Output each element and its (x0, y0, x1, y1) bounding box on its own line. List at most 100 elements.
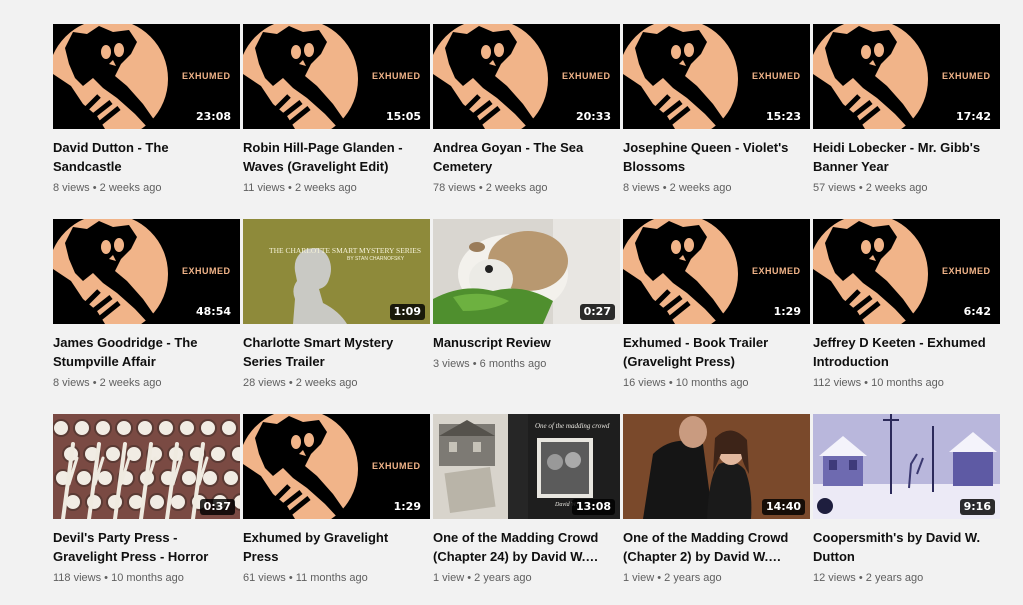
video-card[interactable]: EXHUMED 23:08 David Dutton - The Sandcas… (53, 24, 240, 215)
cover-text-exhumed: EXHUMED (562, 71, 611, 81)
video-card[interactable]: EXHUMED 15:05 Robin Hill-Page Glanden - … (243, 24, 430, 215)
duration-badge: 20:33 (571, 109, 615, 125)
video-card[interactable]: 14:40 One of the Madding Crowd (Chapter … (623, 414, 810, 605)
video-thumbnail[interactable]: EXHUMED 15:05 (243, 24, 430, 129)
video-thumbnail[interactable]: 9:16 (813, 414, 1000, 519)
video-thumbnail[interactable]: EXHUMED 48:54 (53, 219, 240, 324)
cover-text-exhumed: EXHUMED (752, 71, 801, 81)
video-title[interactable]: One of the Madding Crowd (Chapter 24) by… (433, 528, 620, 566)
video-thumbnail[interactable]: EXHUMED 23:08 (53, 24, 240, 129)
video-thumbnail[interactable]: 14:40 (623, 414, 810, 519)
meta-separator: • (668, 377, 673, 389)
duration-badge: 0:27 (579, 304, 615, 320)
cover-text-exhumed: EXHUMED (372, 461, 421, 471)
video-title[interactable]: Heidi Lobecker - Mr. Gibb's Banner Year (813, 138, 1000, 176)
duration-badge: 13:08 (571, 499, 615, 515)
duration-badge: 23:08 (191, 109, 235, 125)
duration-badge: 48:54 (191, 304, 235, 320)
video-meta: 118 views • 10 months ago (53, 571, 240, 585)
video-card[interactable]: THE CHARLOTTE SMART MYSTERY SERIES BY ST… (243, 219, 430, 410)
cover-text-exhumed: EXHUMED (182, 71, 231, 81)
video-title[interactable]: Exhumed - Book Trailer (Gravelight Press… (623, 333, 810, 371)
duration-badge: 1:29 (389, 499, 425, 515)
view-count: 8 views (53, 182, 90, 194)
video-card[interactable]: EXHUMED 1:29 Exhumed - Book Trailer (Gra… (623, 219, 810, 410)
video-meta: 3 views • 6 months ago (433, 357, 620, 371)
upload-age: 2 weeks ago (99, 377, 162, 389)
view-count: 57 views (813, 182, 856, 194)
video-thumbnail[interactable]: EXHUMED 15:23 (623, 24, 810, 129)
video-thumbnail[interactable]: EXHUMED 1:29 (623, 219, 810, 324)
meta-separator: • (288, 182, 292, 194)
video-meta: 8 views • 2 weeks ago (53, 376, 240, 390)
video-card[interactable]: 0:27 Manuscript Review 3 views • 6 month… (433, 219, 620, 410)
video-title[interactable]: James Goodridge - The Stumpville Affair (53, 333, 240, 371)
video-title[interactable]: Jeffrey D Keeten - Exhumed Introduction (813, 333, 1000, 371)
meta-separator: • (467, 572, 472, 584)
meta-separator: • (858, 182, 863, 194)
video-title[interactable]: Manuscript Review (433, 333, 620, 352)
meta-separator: • (288, 377, 293, 389)
video-card[interactable]: EXHUMED 6:42 Jeffrey D Keeten - Exhumed … (813, 219, 1000, 410)
video-thumbnail[interactable]: EXHUMED 6:42 (813, 219, 1000, 324)
upload-age: 6 months ago (479, 358, 547, 370)
cover-text-series: THE CHARLOTTE SMART MYSTERY SERIES (269, 246, 422, 255)
video-meta: 61 views • 11 months ago (243, 571, 430, 585)
video-meta: 112 views • 10 months ago (813, 376, 1000, 390)
video-thumbnail[interactable]: EXHUMED 17:42 (813, 24, 1000, 129)
view-count: 8 views (53, 377, 90, 389)
video-card[interactable]: One of the madding crowd David W. 13:08 … (433, 414, 620, 605)
video-title[interactable]: Charlotte Smart Mystery Series Trailer (243, 333, 430, 371)
cover-text-exhumed: EXHUMED (752, 266, 801, 276)
video-title[interactable]: One of the Madding Crowd (Chapter 2) by … (623, 528, 810, 566)
meta-separator: • (864, 377, 869, 389)
video-title[interactable]: Josephine Queen - Violet's Blossoms (623, 138, 810, 176)
cover-text-exhumed: EXHUMED (182, 266, 231, 276)
video-thumbnail[interactable]: THE CHARLOTTE SMART MYSTERY SERIES BY ST… (243, 219, 430, 324)
video-title[interactable]: David Dutton - The Sandcastle (53, 138, 240, 176)
video-meta: 28 views • 2 weeks ago (243, 376, 430, 390)
video-meta: 78 views • 2 weeks ago (433, 181, 620, 195)
upload-age: 10 months ago (675, 377, 749, 389)
upload-age: 10 months ago (871, 377, 944, 389)
duration-badge: 15:23 (761, 109, 805, 125)
video-card[interactable]: 0:37 Devil's Party Press - Gravelight Pr… (53, 414, 240, 605)
video-card[interactable]: EXHUMED 1:29 Exhumed by Gravelight Press… (243, 414, 430, 605)
meta-separator: • (662, 182, 667, 194)
video-card[interactable]: EXHUMED 17:42 Heidi Lobecker - Mr. Gibb'… (813, 24, 1000, 215)
video-card[interactable]: EXHUMED 48:54 James Goodridge - The Stum… (53, 219, 240, 410)
upload-age: 2 weeks ago (294, 182, 357, 194)
view-count: 118 views (53, 572, 102, 584)
video-title[interactable]: Coopersmith's by David W. Dutton (813, 528, 1000, 566)
video-thumbnail[interactable]: 0:37 (53, 414, 240, 519)
duration-badge: 17:42 (951, 109, 995, 125)
video-thumbnail[interactable]: EXHUMED 20:33 (433, 24, 620, 129)
view-count: 112 views (813, 377, 862, 389)
cover-text-exhumed: EXHUMED (372, 71, 421, 81)
video-card[interactable]: 9:16 Coopersmith's by David W. Dutton 12… (813, 414, 1000, 605)
duration-badge: 15:05 (381, 109, 425, 125)
video-thumbnail[interactable]: EXHUMED 1:29 (243, 414, 430, 519)
video-thumbnail[interactable]: 0:27 (433, 219, 620, 324)
video-title[interactable]: Robin Hill-Page Glanden - Waves (Graveli… (243, 138, 430, 176)
video-meta: 12 views • 2 years ago (813, 571, 1000, 585)
video-card[interactable]: EXHUMED 15:23 Josephine Queen - Violet's… (623, 24, 810, 215)
video-title[interactable]: Andrea Goyan - The Sea Cemetery (433, 138, 620, 176)
video-card[interactable]: EXHUMED 20:33 Andrea Goyan - The Sea Cem… (433, 24, 620, 215)
view-count: 8 views (623, 182, 660, 194)
cover-text-author: BY STAN CHARNOFSKY (347, 256, 405, 262)
upload-age: 2 years ago (474, 572, 532, 584)
cover-text-madding-title: One of the madding crowd (535, 422, 610, 430)
upload-age: 11 months ago (295, 572, 368, 584)
view-count: 1 view (433, 572, 465, 584)
video-meta: 57 views • 2 weeks ago (813, 181, 1000, 195)
video-thumbnail[interactable]: One of the madding crowd David W. 13:08 (433, 414, 620, 519)
video-title[interactable]: Exhumed by Gravelight Press (243, 528, 430, 566)
upload-age: 2 weeks ago (99, 182, 162, 194)
meta-separator: • (92, 182, 97, 194)
view-count: 3 views (433, 358, 470, 370)
upload-age: 2 weeks ago (865, 182, 928, 194)
video-meta: 8 views • 2 weeks ago (53, 181, 240, 195)
video-title[interactable]: Devil's Party Press - Gravelight Press -… (53, 528, 240, 566)
meta-separator: • (104, 572, 109, 584)
